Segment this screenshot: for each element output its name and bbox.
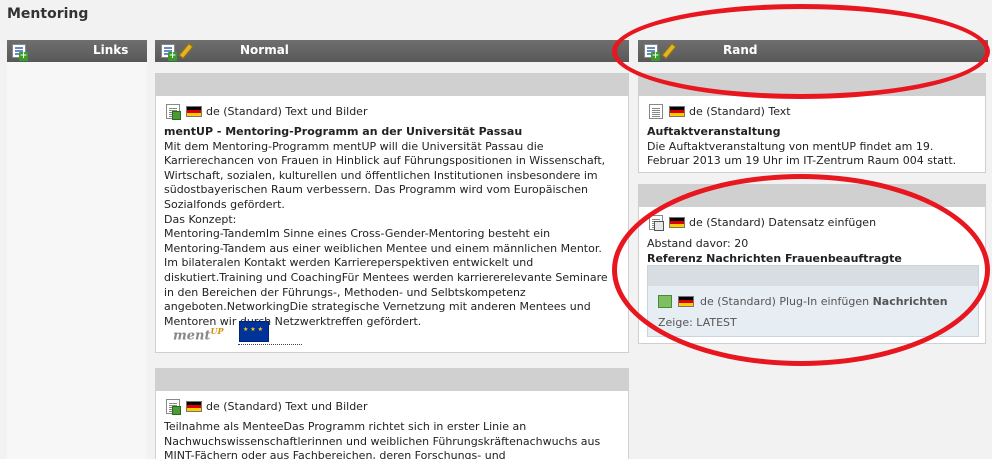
content-element-drag-bar[interactable]	[156, 74, 628, 96]
text-line: Die Auftaktveranstaltung von mentUP find…	[647, 139, 934, 153]
text-line: Mentoring-Tandem aus einer weiblichen Me…	[164, 241, 602, 255]
content-element-body: Teilnahme als MenteeDas Programm richtet…	[164, 420, 624, 459]
content-type-label: de (Standard) Datensatz einfügen	[689, 216, 877, 229]
german-flag-icon	[678, 296, 694, 307]
text-line: Wirtschaft, sozialen, kulturellen und öf…	[164, 168, 598, 182]
new-content-icon[interactable]	[161, 44, 177, 61]
text-line: MINT-Fächern oder aus Fachbereichen, der…	[164, 449, 506, 459]
content-element-drag-bar[interactable]	[639, 185, 985, 207]
text-line: südostbayerischen Raum verbessern. Das P…	[164, 183, 588, 197]
text-line: Februar 2013 um 19 Uhr im IT-Zentrum Rau…	[647, 154, 957, 168]
page-title: Mentoring	[7, 6, 89, 22]
content-element-text-images[interactable]: de (Standard) Text und Bilder mentUP - M…	[155, 73, 629, 353]
german-flag-icon	[186, 401, 202, 412]
new-content-icon[interactable]	[644, 44, 660, 61]
text-image-icon[interactable]	[166, 399, 181, 415]
text-line: Teilnahme als MenteeDas Programm richtet…	[164, 420, 527, 433]
column-label-normal: Normal	[240, 43, 289, 57]
column-label-rand: Rand	[723, 43, 758, 57]
edit-pencil-icon[interactable]	[177, 43, 193, 59]
text-line: Karrierechancen von Frauen in Hinblick a…	[164, 154, 606, 168]
text-icon[interactable]	[649, 104, 663, 119]
text-line: Mentoring-TandemIm Sinne eines Cross-Gen…	[164, 227, 551, 241]
text-line: Mentoren wir durch Netzwerktreffen geför…	[164, 314, 422, 328]
text-line: Mit dem Mentoring-Programm mentUP will d…	[164, 139, 544, 153]
content-type-label: de (Standard) Text	[689, 105, 791, 118]
content-element-body: Abstand davor: 20 Referenz Nachrichten F…	[647, 237, 983, 266]
german-flag-icon	[669, 217, 685, 228]
eu-flag-logo	[239, 321, 269, 342]
content-type-label: de (Standard) Text und Bilder	[206, 400, 368, 413]
content-element-text[interactable]: de (Standard) Text Auftaktveranstaltung …	[638, 73, 986, 173]
column-label-links: Links	[93, 43, 129, 57]
text-line: Nachwuchswissenschaftlerinnen und weibli…	[164, 434, 601, 448]
text-line: in den Bereichen der Führungs-, Methoden…	[164, 285, 526, 299]
column-header-links: Links	[7, 40, 147, 62]
content-heading: Auftaktveranstaltung	[647, 125, 781, 138]
german-flag-icon	[669, 106, 685, 117]
german-flag-icon	[186, 106, 202, 117]
plugin-display-mode: Zeige: LATEST	[658, 316, 737, 329]
record-reference: Referenz Nachrichten Frauenbeauftragte	[647, 251, 902, 265]
spacing-info: Abstand davor: 20	[647, 237, 749, 250]
content-type-label: de (Standard) Text und Bilder	[206, 105, 368, 118]
text-image-icon[interactable]	[166, 104, 181, 120]
column-header-normal: Normal	[155, 40, 629, 62]
content-element-body: Auftaktveranstaltung Die Auftaktveransta…	[647, 125, 983, 169]
plugin-icon[interactable]	[658, 295, 672, 308]
content-element-text-images[interactable]: de (Standard) Text und Bilder Teilnahme …	[155, 368, 629, 459]
edit-pencil-icon[interactable]	[660, 43, 676, 59]
column-header-rand: Rand	[638, 40, 988, 62]
text-line: angeboten.NetworkingDie strategische Ver…	[164, 300, 591, 314]
referenced-plugin-element[interactable]: de (Standard) Plug-In einfügen Nachricht…	[647, 265, 979, 337]
plugin-drag-bar	[648, 266, 978, 286]
content-element-body: mentUP - Mentoring-Programm an der Unive…	[164, 125, 624, 329]
new-content-icon[interactable]	[12, 44, 28, 61]
content-element-drag-bar[interactable]	[156, 369, 628, 391]
content-heading: mentUP - Mentoring-Programm an der Unive…	[164, 125, 523, 138]
text-line: diskutiert.Training und CoachingFür Ment…	[164, 270, 608, 284]
plugin-name: Nachrichten	[872, 295, 948, 308]
text-line: Sozialfonds gefördert.	[164, 197, 285, 211]
insert-record-icon[interactable]	[649, 215, 664, 231]
column-links-area	[7, 62, 147, 459]
eu-logo-caption	[238, 344, 302, 346]
plugin-type-label: de (Standard) Plug-In einfügen	[700, 295, 870, 308]
text-line: Im bilateralen Kontakt werden Karrierepe…	[164, 256, 534, 270]
content-element-dataset[interactable]: de (Standard) Datensatz einfügen Abstand…	[638, 184, 986, 344]
mentup-logo: mentUP	[173, 326, 224, 344]
text-line: Das Konzept:	[164, 212, 237, 226]
content-element-drag-bar[interactable]	[639, 74, 985, 96]
